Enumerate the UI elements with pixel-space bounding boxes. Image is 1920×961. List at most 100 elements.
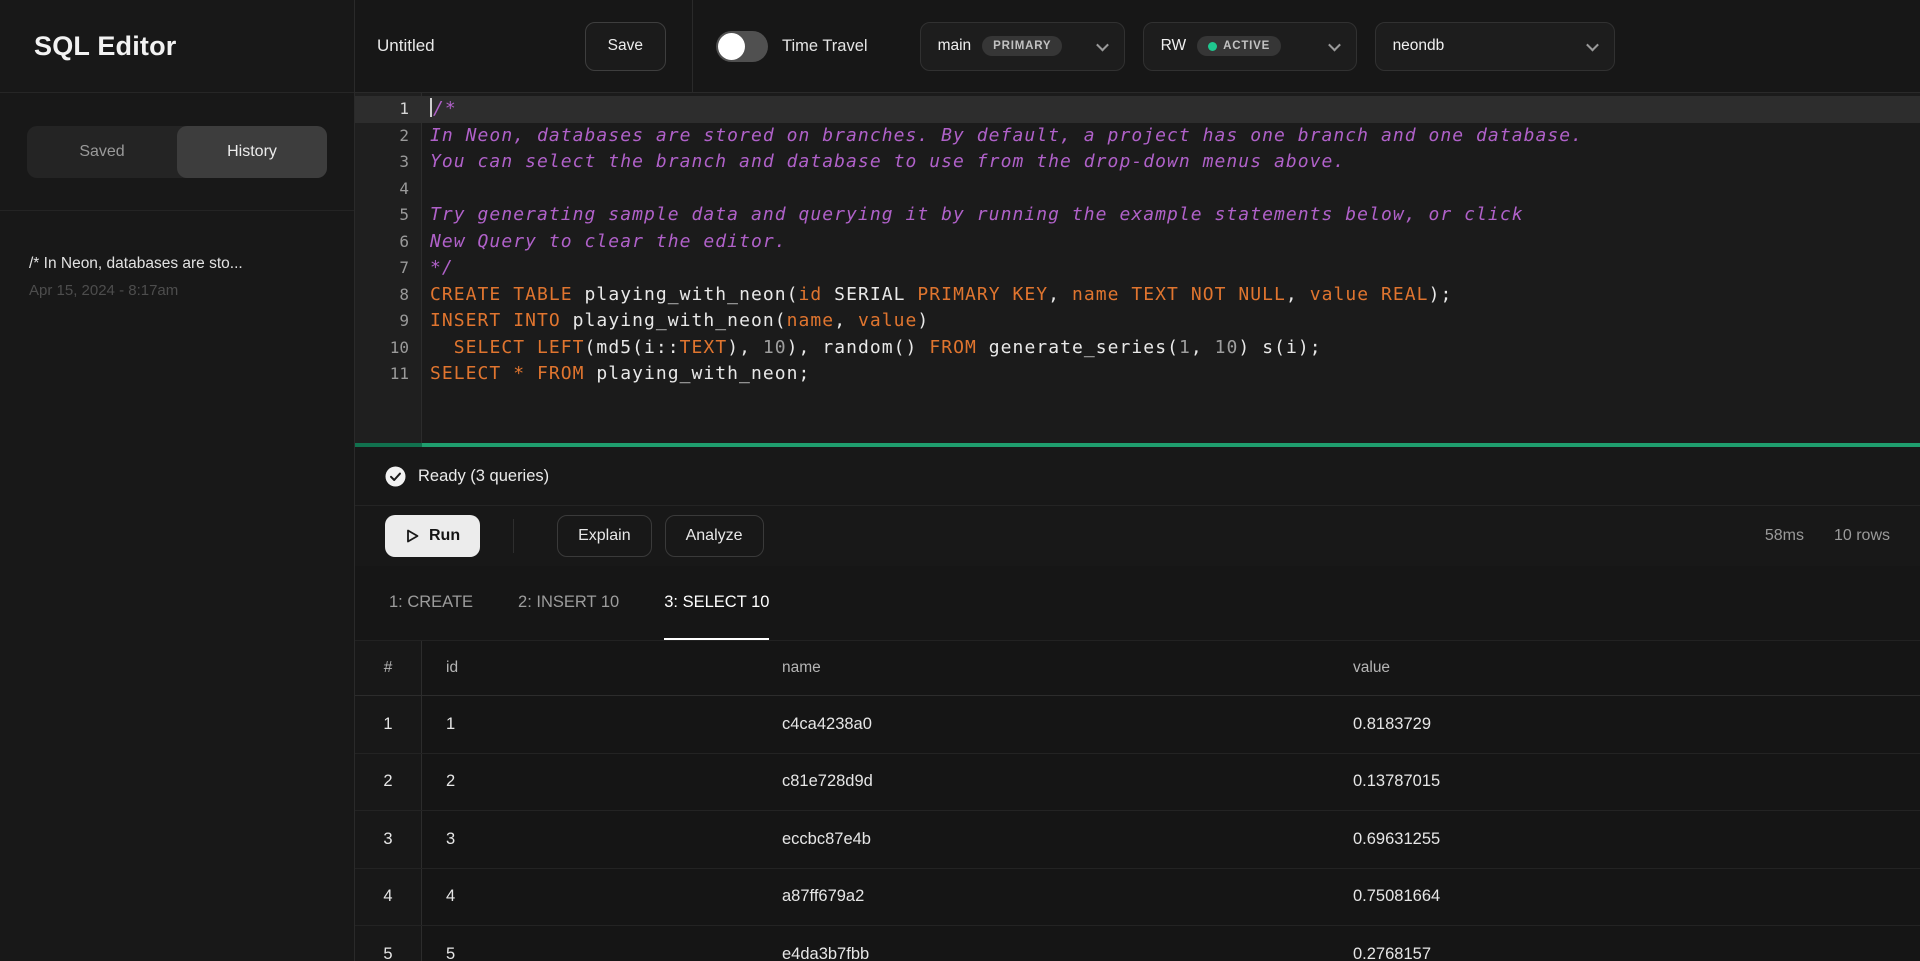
code-text: In Neon, databases are stored on branche…	[422, 123, 1583, 150]
table-row[interactable]: 33eccbc87e4b0.69631255	[355, 811, 1920, 869]
query-stats: 58ms 10 rows	[1765, 527, 1920, 545]
text-cursor	[430, 98, 432, 117]
line-number: 8	[355, 282, 422, 309]
code-line: 1/*	[355, 96, 1920, 123]
analyze-button[interactable]: Analyze	[665, 515, 764, 557]
table-cell: 0.8183729	[1329, 696, 1920, 753]
table-cell: 0.75081664	[1329, 869, 1920, 926]
code-line: 6New Query to clear the editor.	[355, 229, 1920, 256]
code-text: You can select the branch and database t…	[422, 149, 1345, 176]
code-text: Try generating sample data and querying …	[422, 202, 1524, 229]
branch-select[interactable]: main PRIMARY	[920, 22, 1125, 71]
table-cell: 4	[422, 869, 758, 926]
chevron-down-icon	[1096, 38, 1109, 51]
row-number-cell: 3	[355, 811, 422, 868]
line-number: 11	[355, 361, 422, 388]
tab-history[interactable]: History	[177, 126, 327, 178]
table-cell: eccbc87e4b	[758, 811, 1329, 868]
code-line: 7*/	[355, 255, 1920, 282]
column-header: id	[422, 641, 758, 695]
code-line: 11SELECT * FROM playing_with_neon;	[355, 361, 1920, 388]
table-cell: 5	[422, 926, 758, 961]
column-header: name	[758, 641, 1329, 695]
code-line: 5Try generating sample data and querying…	[355, 202, 1920, 229]
row-number-cell: 5	[355, 926, 422, 961]
query-duration: 58ms	[1765, 527, 1804, 545]
topbar-divider	[692, 0, 693, 93]
table-cell: 0.2768157	[1329, 926, 1920, 961]
query-title[interactable]: Untitled	[377, 36, 435, 56]
line-number: 10	[355, 335, 422, 362]
row-number-cell: 4	[355, 869, 422, 926]
code-text: INSERT INTO playing_with_neon(name, valu…	[422, 308, 929, 335]
table-row[interactable]: 11c4ca4238a00.8183729	[355, 696, 1920, 754]
history-item-date: Apr 15, 2024 - 8:17am	[29, 282, 325, 299]
table-row[interactable]: 22c81e728d9d0.13787015	[355, 754, 1920, 812]
sidebar: SQL Editor Saved History /* In Neon, dat…	[0, 0, 355, 961]
history-item[interactable]: /* In Neon, databases are sto... Apr 15,…	[29, 255, 325, 299]
query-row-count: 10 rows	[1834, 527, 1890, 545]
column-header: value	[1329, 641, 1920, 695]
table-cell: a87ff679a2	[758, 869, 1329, 926]
explain-button[interactable]: Explain	[557, 515, 651, 557]
code-text	[422, 176, 430, 203]
result-tab[interactable]: 3: SELECT 10	[664, 566, 769, 640]
compute-select[interactable]: RW ACTIVE	[1143, 22, 1357, 71]
compute-active-label: ACTIVE	[1223, 40, 1270, 52]
table-cell: e4da3b7fbb	[758, 926, 1329, 961]
table-cell: 0.69631255	[1329, 811, 1920, 868]
code-line: 2In Neon, databases are stored on branch…	[355, 123, 1920, 150]
line-number: 4	[355, 176, 422, 203]
history-list: /* In Neon, databases are sto... Apr 15,…	[0, 211, 354, 343]
results-table: #idnamevalue11c4ca4238a00.818372922c81e7…	[355, 641, 1920, 961]
sidebar-header: SQL Editor	[0, 0, 354, 93]
database-select[interactable]: neondb	[1375, 22, 1615, 71]
table-row[interactable]: 55e4da3b7fbb0.2768157	[355, 926, 1920, 961]
line-number: 9	[355, 308, 422, 335]
line-number: 5	[355, 202, 422, 229]
toolbar-divider	[513, 519, 514, 553]
result-tab[interactable]: 1: CREATE	[389, 566, 473, 640]
time-travel-toggle[interactable]	[716, 31, 768, 62]
line-number: 7	[355, 255, 422, 282]
code-text: New Query to clear the editor.	[422, 229, 787, 256]
result-tabs: 1: CREATE 2: INSERT 10 3: SELECT 10	[355, 566, 1920, 641]
toggle-knob-icon	[718, 33, 745, 60]
sidebar-tabs: Saved History	[0, 93, 354, 211]
line-number: 2	[355, 123, 422, 150]
page-title: SQL Editor	[34, 31, 177, 62]
check-circle-icon	[385, 466, 406, 487]
table-cell: c81e728d9d	[758, 754, 1329, 811]
table-cell: 1	[422, 696, 758, 753]
status-row: Ready (3 queries)	[355, 447, 1920, 506]
code-line: 8CREATE TABLE playing_with_neon(id SERIA…	[355, 282, 1920, 309]
table-cell: 3	[422, 811, 758, 868]
play-icon	[405, 528, 420, 544]
branch-name: main	[938, 37, 972, 55]
row-number-cell: 1	[355, 696, 422, 753]
save-button[interactable]: Save	[585, 22, 666, 71]
result-tab[interactable]: 2: INSERT 10	[518, 566, 619, 640]
database-name: neondb	[1393, 37, 1445, 55]
active-status-dot-icon	[1208, 42, 1217, 51]
table-cell: 0.13787015	[1329, 754, 1920, 811]
code-line: 4	[355, 176, 1920, 203]
code-line: 3You can select the branch and database …	[355, 149, 1920, 176]
history-item-title: /* In Neon, databases are sto...	[29, 255, 325, 273]
code-text: /*	[422, 96, 457, 123]
code-editor[interactable]: 1/*2In Neon, databases are stored on bra…	[355, 93, 1920, 443]
compute-active-badge: ACTIVE	[1197, 36, 1281, 56]
compute-name: RW	[1161, 37, 1187, 55]
table-cell: c4ca4238a0	[758, 696, 1329, 753]
code-text: SELECT * FROM playing_with_neon;	[422, 361, 810, 388]
main-panel: Untitled Save Time Travel main PRIMARY R…	[355, 0, 1920, 961]
code-line: 9INSERT INTO playing_with_neon(name, val…	[355, 308, 1920, 335]
code-text: CREATE TABLE playing_with_neon(id SERIAL…	[422, 282, 1452, 309]
line-number: 1	[355, 96, 422, 123]
line-number: 3	[355, 149, 422, 176]
tab-saved[interactable]: Saved	[27, 126, 177, 178]
chevron-down-icon	[1328, 38, 1341, 51]
table-header-row: #idnamevalue	[355, 641, 1920, 696]
table-row[interactable]: 44a87ff679a20.75081664	[355, 869, 1920, 927]
run-button[interactable]: Run	[385, 515, 480, 557]
